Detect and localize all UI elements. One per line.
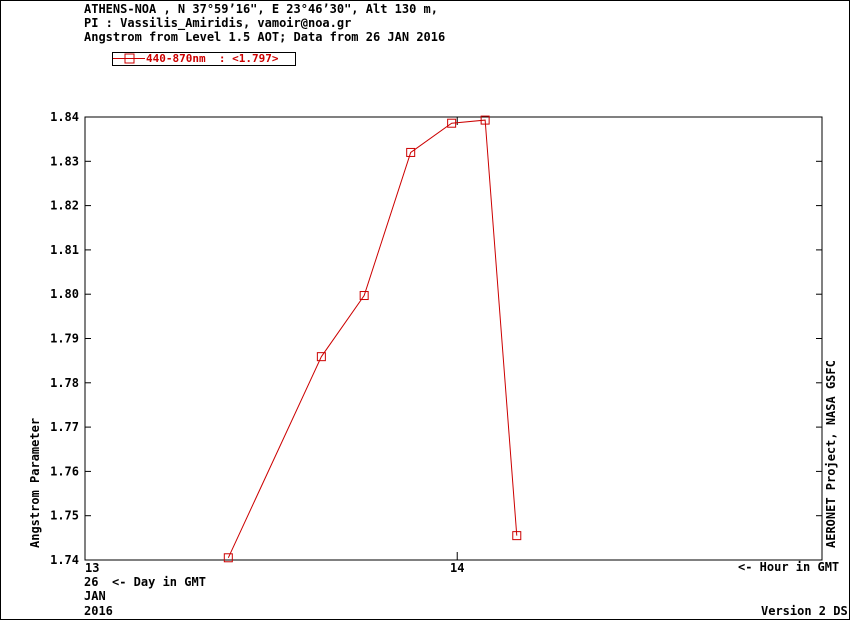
y-tick-label: 1.79 [50, 332, 79, 346]
y-tick-label: 1.81 [50, 243, 79, 257]
version-label: Version 2 DS [761, 604, 848, 618]
y-tick-label: 1.80 [50, 287, 79, 301]
y-tick-label: 1.74 [50, 553, 79, 567]
y-tick-label: 1.77 [50, 420, 79, 434]
y-axis-label: Angstrom Parameter [28, 417, 42, 548]
month-label: JAN [84, 589, 106, 603]
plot-area: 1.74 1.75 1.76 1.77 1.78 1.79 1.80 1.81 1.82 1.83… [50, 110, 823, 575]
side-credit: AERONET Project, NASA GSFC [824, 360, 838, 548]
y-tick-label: 1.83 [50, 154, 79, 168]
y-tick-label: 1.78 [50, 376, 79, 390]
y-tick-label: 1.76 [50, 464, 79, 478]
plot-border [84, 116, 823, 561]
series-line [227, 119, 518, 558]
y-tick-label: 1.84 [50, 110, 79, 124]
year-label: 2016 [84, 604, 113, 618]
x-hint-hour: <- Hour in GMT [738, 560, 840, 574]
day-number: 26 [84, 575, 99, 589]
x-hint-day: <- Day in GMT [112, 575, 206, 589]
y-tick-label: 1.75 [50, 509, 79, 523]
x-tick-label: 13 [85, 561, 99, 575]
x-tick-label: 14 [450, 561, 464, 575]
y-tick-label: 1.82 [50, 199, 79, 213]
